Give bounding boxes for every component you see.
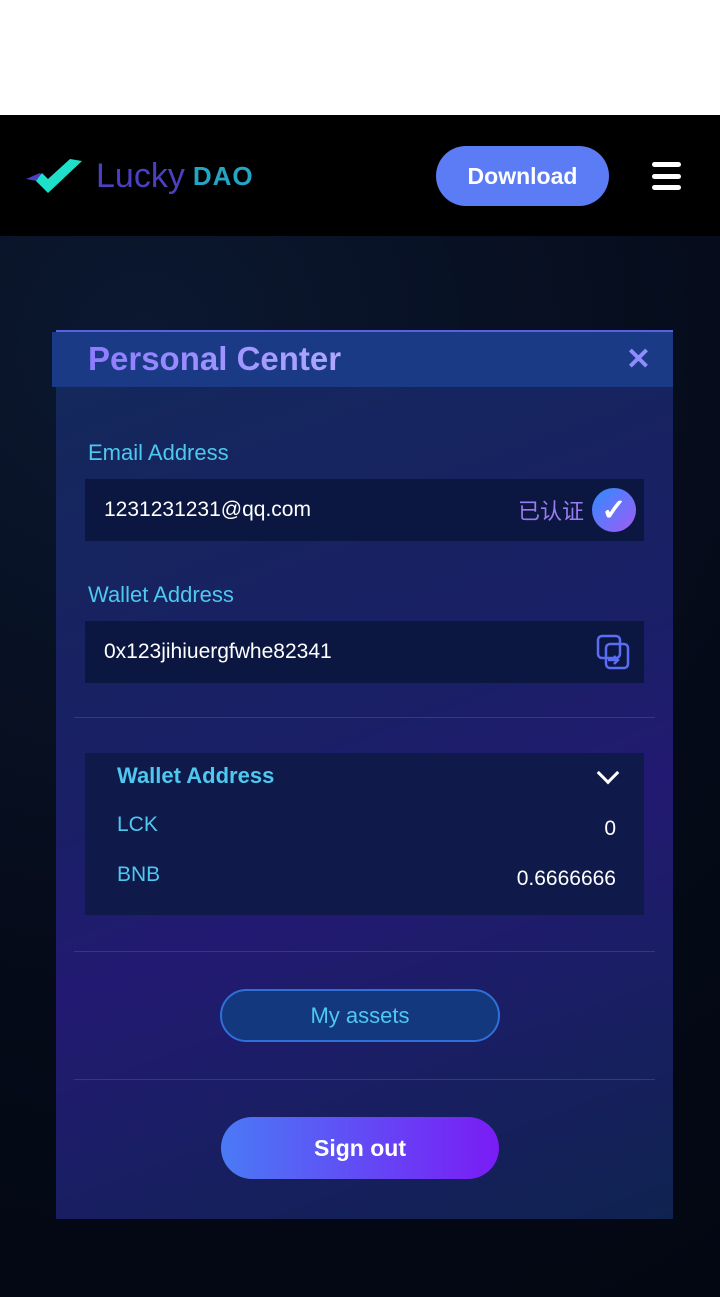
wallet-value: 0x123jihiuergfwhe82341 [104,640,332,663]
email-value: 1231231231@qq.com [104,498,311,521]
email-label: Email Address [88,440,229,465]
download-button[interactable]: Download [436,146,609,206]
token-name: LCK [117,813,158,836]
hamburger-menu-icon[interactable] [652,162,681,190]
logo[interactable]: Lucky DAO [26,157,254,196]
token-name: BNB [117,863,161,886]
wallet-label: Wallet Address [88,582,234,607]
logo-text: Lucky [96,157,185,195]
verified-label: 已认证 [517,499,584,524]
email-field: 1231231231@qq.com 已认证 ✓ [85,479,644,541]
token-amount: 0 [604,817,616,840]
divider [74,1079,655,1080]
wallet-field: 0x123jihiuergfwhe82341 [85,621,644,683]
chevron-down-icon[interactable] [596,761,620,785]
modal-title: Personal Center [88,340,342,377]
balance-row: LCK 0 [117,813,616,841]
divider [74,951,655,952]
top-nav: Lucky DAO Download [0,115,720,236]
sign-out-button[interactable]: Sign out [221,1117,499,1179]
copy-icon[interactable] [596,634,630,670]
divider [74,717,655,718]
logo-check-icon [26,158,82,193]
balances-title: Wallet Address [117,763,275,788]
balance-row: BNB 0.6666666 [117,863,616,891]
my-assets-button[interactable]: My assets [220,989,500,1042]
verified-check-icon: ✓ [592,488,636,532]
personal-center-modal: Personal Center ✕ Email Address 12312312… [52,330,673,1219]
balances-panel: Wallet Address LCK 0 BNB 0.6666666 [85,753,644,915]
close-icon[interactable]: ✕ [626,342,651,377]
token-amount: 0.6666666 [516,867,616,890]
logo-subtext: DAO [192,161,254,191]
